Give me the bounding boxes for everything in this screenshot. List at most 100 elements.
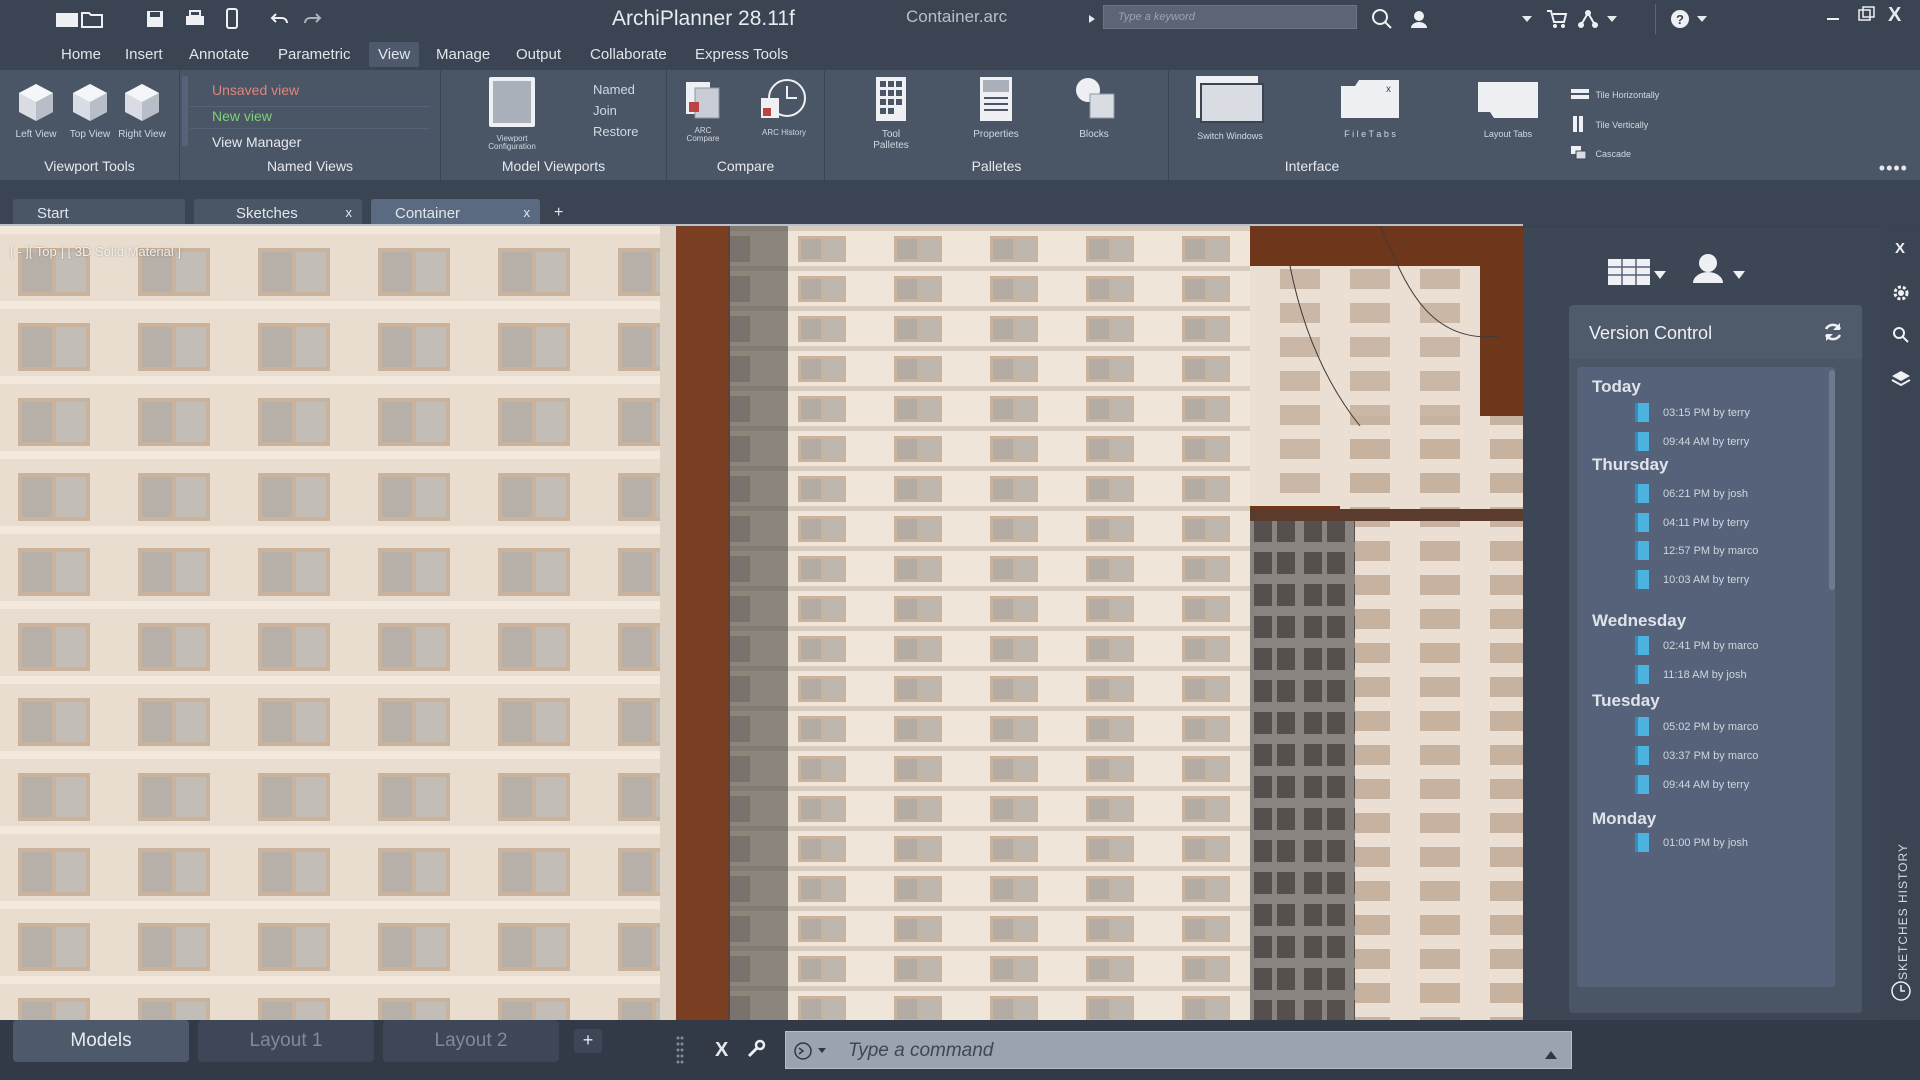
version-control-header: Version Control — [1569, 305, 1862, 359]
new-file-icon[interactable] — [55, 8, 79, 30]
close-window-button[interactable]: X — [1888, 4, 1901, 27]
close-panel-button[interactable]: X — [1895, 240, 1905, 257]
menu-home[interactable]: Home — [61, 46, 101, 63]
menu-collaborate[interactable]: Collaborate — [590, 46, 667, 63]
blocks-button[interactable]: Blocks — [1069, 76, 1119, 140]
menu-bar: Home Insert Annotate Parametric View Man… — [0, 38, 1920, 70]
dropdown-caret-icon[interactable] — [1690, 8, 1714, 30]
layout-tabs-button[interactable]: Layout Tabs — [1475, 76, 1541, 140]
command-input[interactable]: Type a command — [785, 1031, 1572, 1069]
join-viewports-item[interactable]: Join — [593, 103, 617, 118]
tab-container[interactable]: Container x — [371, 199, 540, 226]
drag-handle-icon[interactable] — [676, 1036, 684, 1069]
cart-icon[interactable] — [1545, 8, 1569, 30]
restore-viewports-item[interactable]: Restore — [593, 124, 639, 139]
file-tabs-button[interactable]: x F i l e T a b s — [1337, 76, 1403, 140]
close-command-line-button[interactable]: X — [715, 1039, 728, 1062]
menu-parametric[interactable]: Parametric — [278, 46, 351, 63]
dropdown-caret-icon[interactable] — [1733, 266, 1745, 284]
file-icon — [1635, 833, 1649, 852]
user-filter-icon[interactable] — [1691, 252, 1725, 289]
arc-history-button[interactable]: ARC History — [759, 76, 809, 137]
panel-label: Named Views — [266, 158, 354, 174]
add-tab-button[interactable]: + — [554, 204, 563, 222]
tile-horizontally-item[interactable]: Tile Horizontally — [1571, 88, 1659, 102]
menu-annotate[interactable]: Annotate — [189, 46, 249, 63]
history-clock-icon[interactable] — [1890, 980, 1912, 1007]
layers-icon[interactable] — [1891, 370, 1911, 393]
redo-icon[interactable] — [300, 8, 324, 30]
day-heading: Today — [1592, 377, 1641, 396]
search-icon[interactable] — [1370, 8, 1394, 30]
dropdown-caret-icon[interactable] — [1600, 8, 1624, 30]
menu-manage[interactable]: Manage — [436, 46, 490, 63]
close-tab-icon[interactable]: x — [524, 205, 531, 220]
command-placeholder: Type a command — [848, 1040, 994, 1061]
calendar-view-icon[interactable] — [1607, 256, 1651, 291]
tool-palettes-button[interactable]: Tool Palletes — [863, 76, 919, 151]
cube-right-icon — [125, 84, 159, 121]
divider — [1655, 4, 1656, 34]
cascade-item[interactable]: Cascade — [1571, 146, 1631, 162]
add-layout-button[interactable]: + — [574, 1029, 602, 1053]
tile-vertically-item[interactable]: Tile Vertically — [1571, 116, 1648, 134]
mobile-icon[interactable] — [220, 8, 244, 30]
save-icon[interactable] — [143, 8, 167, 30]
panel-label: Palletes — [971, 158, 1022, 174]
menu-output[interactable]: Output — [516, 46, 561, 63]
tile-horizontal-icon — [1571, 89, 1589, 99]
minimize-button[interactable] — [1825, 4, 1841, 30]
panel-label: Compare — [716, 158, 775, 174]
named-viewports-item[interactable]: Named — [593, 82, 635, 97]
properties-button[interactable]: Properties — [961, 76, 1031, 140]
tab-layout-2[interactable]: Layout 2 — [383, 1020, 559, 1062]
search-icon[interactable] — [1892, 326, 1910, 349]
viewport-label[interactable]: [ - ][ Top ] [ 3D Solid Material ] — [10, 244, 181, 259]
restore-button[interactable] — [1857, 4, 1877, 30]
viewport-configuration-button[interactable]: Viewport Configuration — [487, 76, 537, 151]
switch-windows-button[interactable]: Switch Windows — [1193, 74, 1267, 142]
menu-view[interactable]: View — [369, 42, 420, 67]
divider — [190, 128, 430, 129]
gear-icon[interactable] — [1892, 284, 1910, 307]
print-icon[interactable] — [183, 8, 207, 30]
tab-sketches[interactable]: Sketches x — [194, 199, 362, 226]
refresh-icon[interactable] — [1822, 321, 1844, 348]
sketches-history-tab[interactable]: SKETCHES HISTORY — [1896, 843, 1910, 980]
right-view-button[interactable]: Right View — [118, 82, 166, 140]
version-list-scrollbar[interactable] — [1829, 370, 1835, 590]
dropdown-caret-icon[interactable] — [1654, 266, 1666, 284]
arc-history-icon — [761, 79, 806, 118]
day-heading: Tuesday — [1592, 691, 1660, 710]
file-tabs-icon: x — [1341, 80, 1399, 118]
tab-start[interactable]: Start — [13, 199, 185, 226]
command-history-caret-icon[interactable] — [1545, 1046, 1557, 1064]
tab-models[interactable]: Models — [13, 1020, 189, 1062]
unsaved-view-item[interactable]: Unsaved view — [212, 82, 299, 98]
wrench-icon[interactable] — [746, 1039, 766, 1064]
ribbon-overflow-button[interactable]: •••• — [1879, 158, 1908, 179]
command-prompt-icon[interactable] — [794, 1042, 828, 1065]
new-view-item[interactable]: New view — [212, 108, 272, 124]
caret-right-icon[interactable] — [1080, 8, 1104, 30]
user-icon[interactable] — [1407, 8, 1431, 30]
building-render — [0, 226, 1523, 1020]
undo-icon[interactable] — [268, 8, 292, 30]
menu-express-tools[interactable]: Express Tools — [695, 46, 788, 63]
panel-label: Interface — [1284, 158, 1340, 174]
tab-layout-1[interactable]: Layout 1 — [198, 1020, 374, 1062]
model-viewport[interactable]: [ - ][ Top ] [ 3D Solid Material ] — [0, 226, 1523, 1020]
help-icon[interactable]: ? — [1668, 8, 1692, 30]
properties-icon — [980, 77, 1012, 121]
menu-insert[interactable]: Insert — [125, 46, 163, 63]
dropdown-caret-icon[interactable] — [1515, 8, 1539, 30]
top-view-button[interactable]: Top View — [66, 82, 114, 140]
keyword-search-input[interactable]: Type a keyword — [1103, 5, 1357, 29]
view-manager-item[interactable]: View Manager — [212, 134, 301, 150]
share-network-icon[interactable] — [1576, 8, 1600, 30]
arc-compare-button[interactable]: ARC Compare — [681, 80, 725, 143]
panel-compare: ARC Compare ARC History Compare — [667, 70, 825, 180]
open-folder-icon[interactable] — [80, 8, 104, 30]
close-tab-icon[interactable]: x — [346, 205, 353, 220]
left-view-button[interactable]: Left View — [12, 82, 60, 140]
